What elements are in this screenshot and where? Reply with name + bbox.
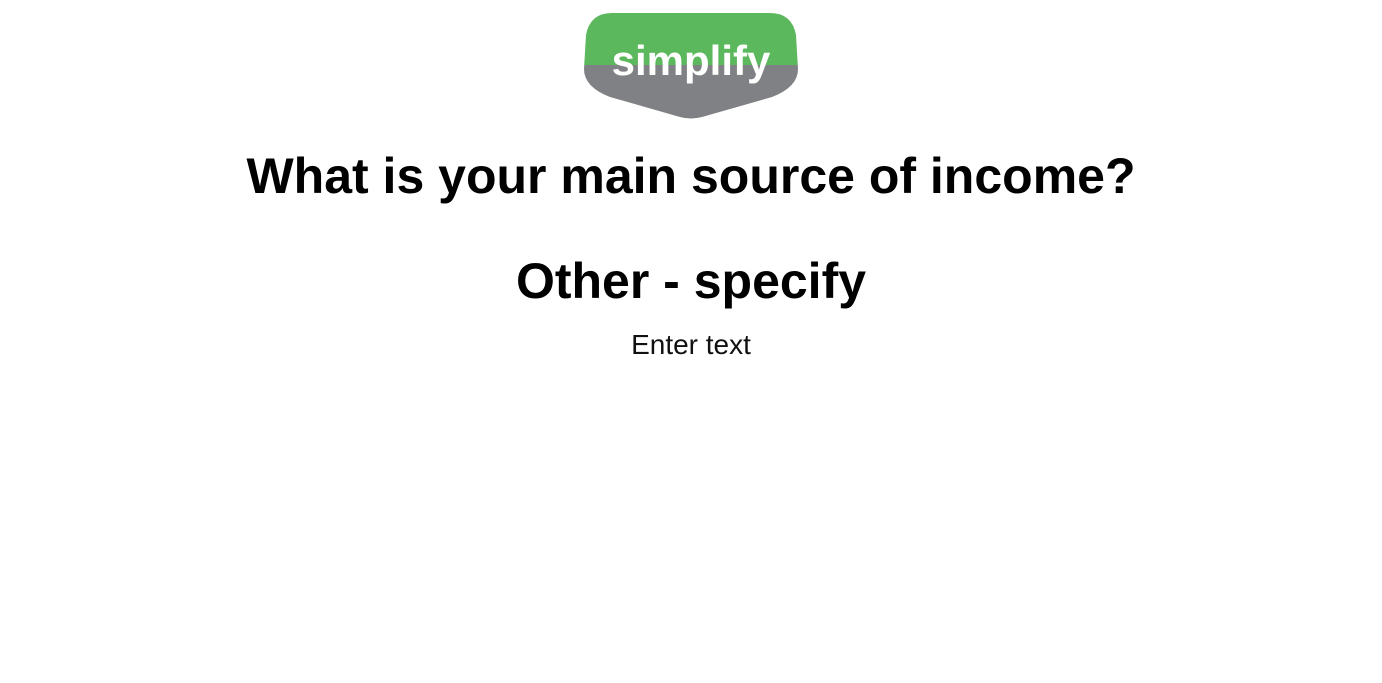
option-label: Other - specify bbox=[515, 253, 867, 309]
specify-text-input[interactable] bbox=[491, 326, 891, 364]
logo-wordmark: simplify bbox=[612, 37, 771, 84]
simplify-logo: simplify bbox=[582, 9, 800, 120]
question-title: What is your main source of income? bbox=[246, 148, 1136, 204]
survey-page: simplify What is your main source of inc… bbox=[0, 0, 1382, 683]
